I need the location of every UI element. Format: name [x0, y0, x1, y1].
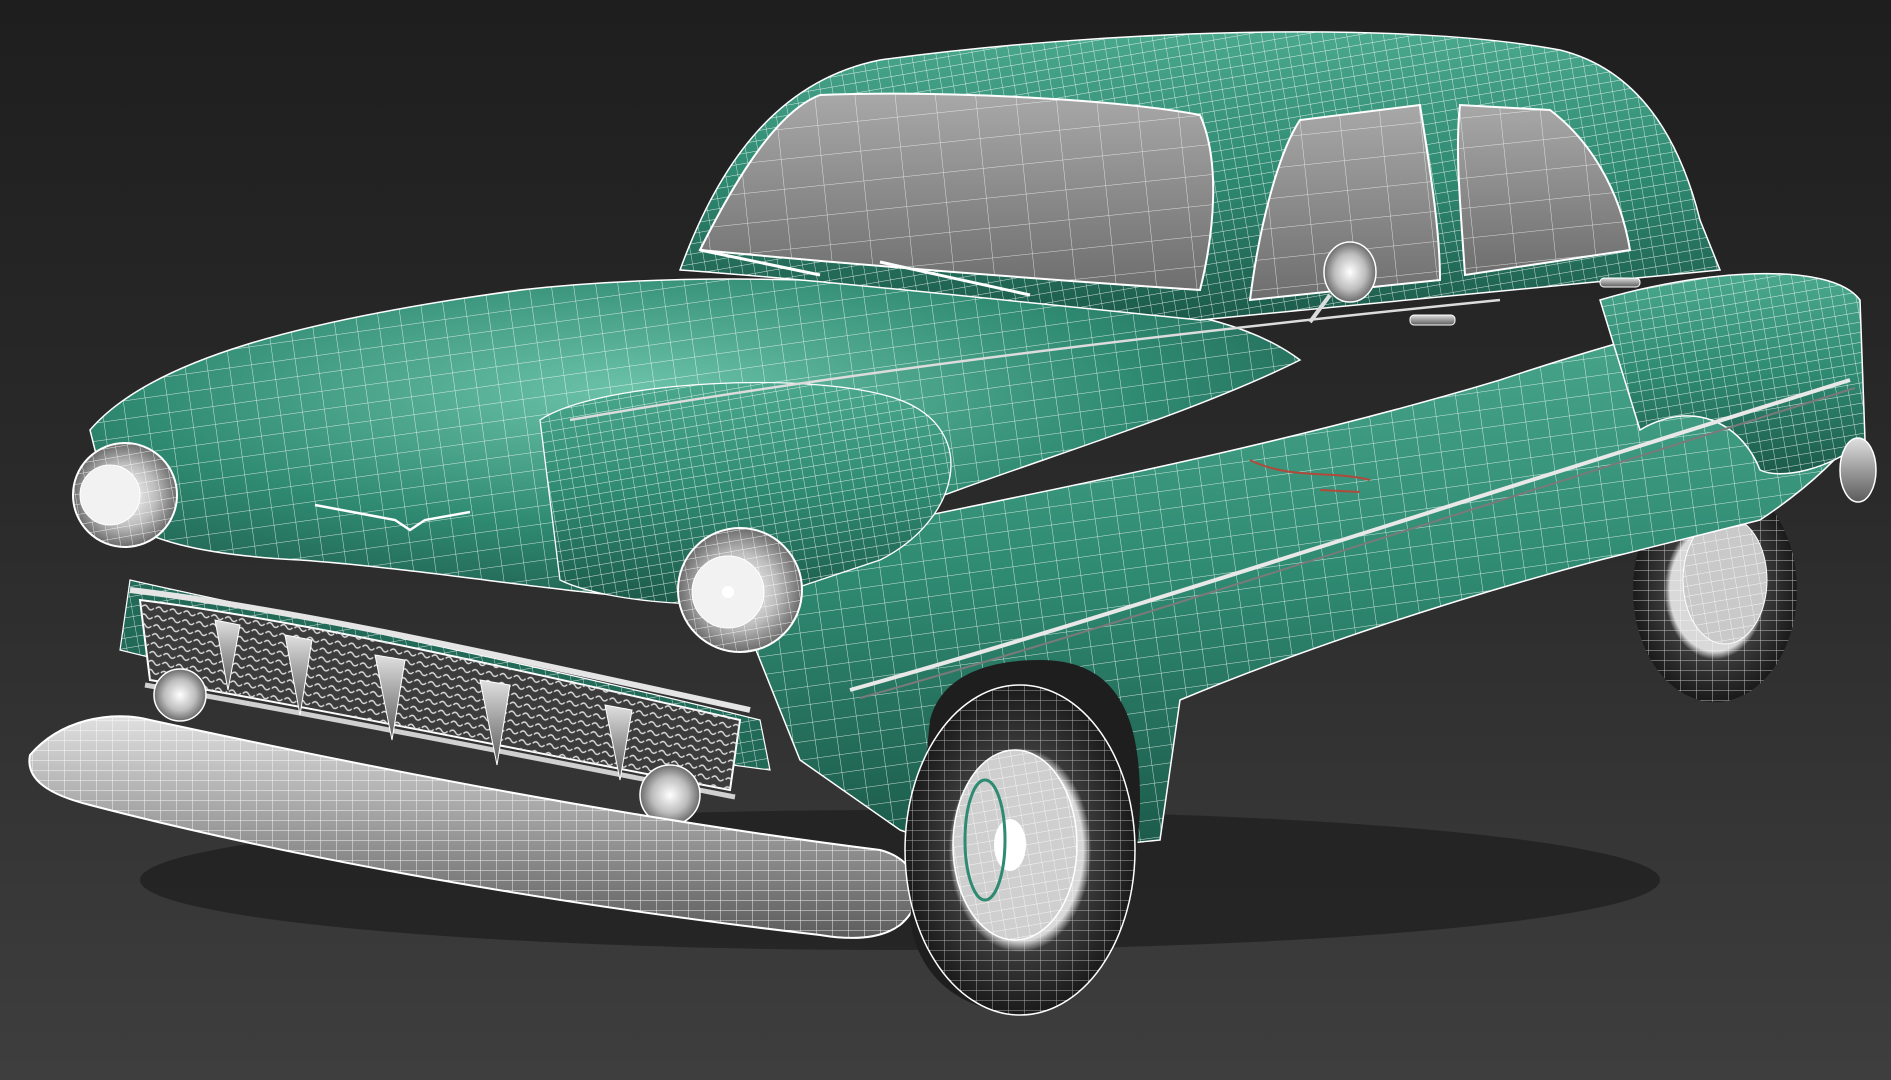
car-cabin[interactable] — [678, 31, 1722, 321]
3d-viewport[interactable] — [0, 0, 1891, 1080]
right-headlight[interactable] — [677, 527, 803, 653]
rear-bumper — [1839, 437, 1877, 503]
front-wheel[interactable] — [904, 660, 1140, 1016]
viewport-canvas[interactable] — [0, 0, 1891, 1080]
left-headlight[interactable] — [72, 442, 178, 548]
